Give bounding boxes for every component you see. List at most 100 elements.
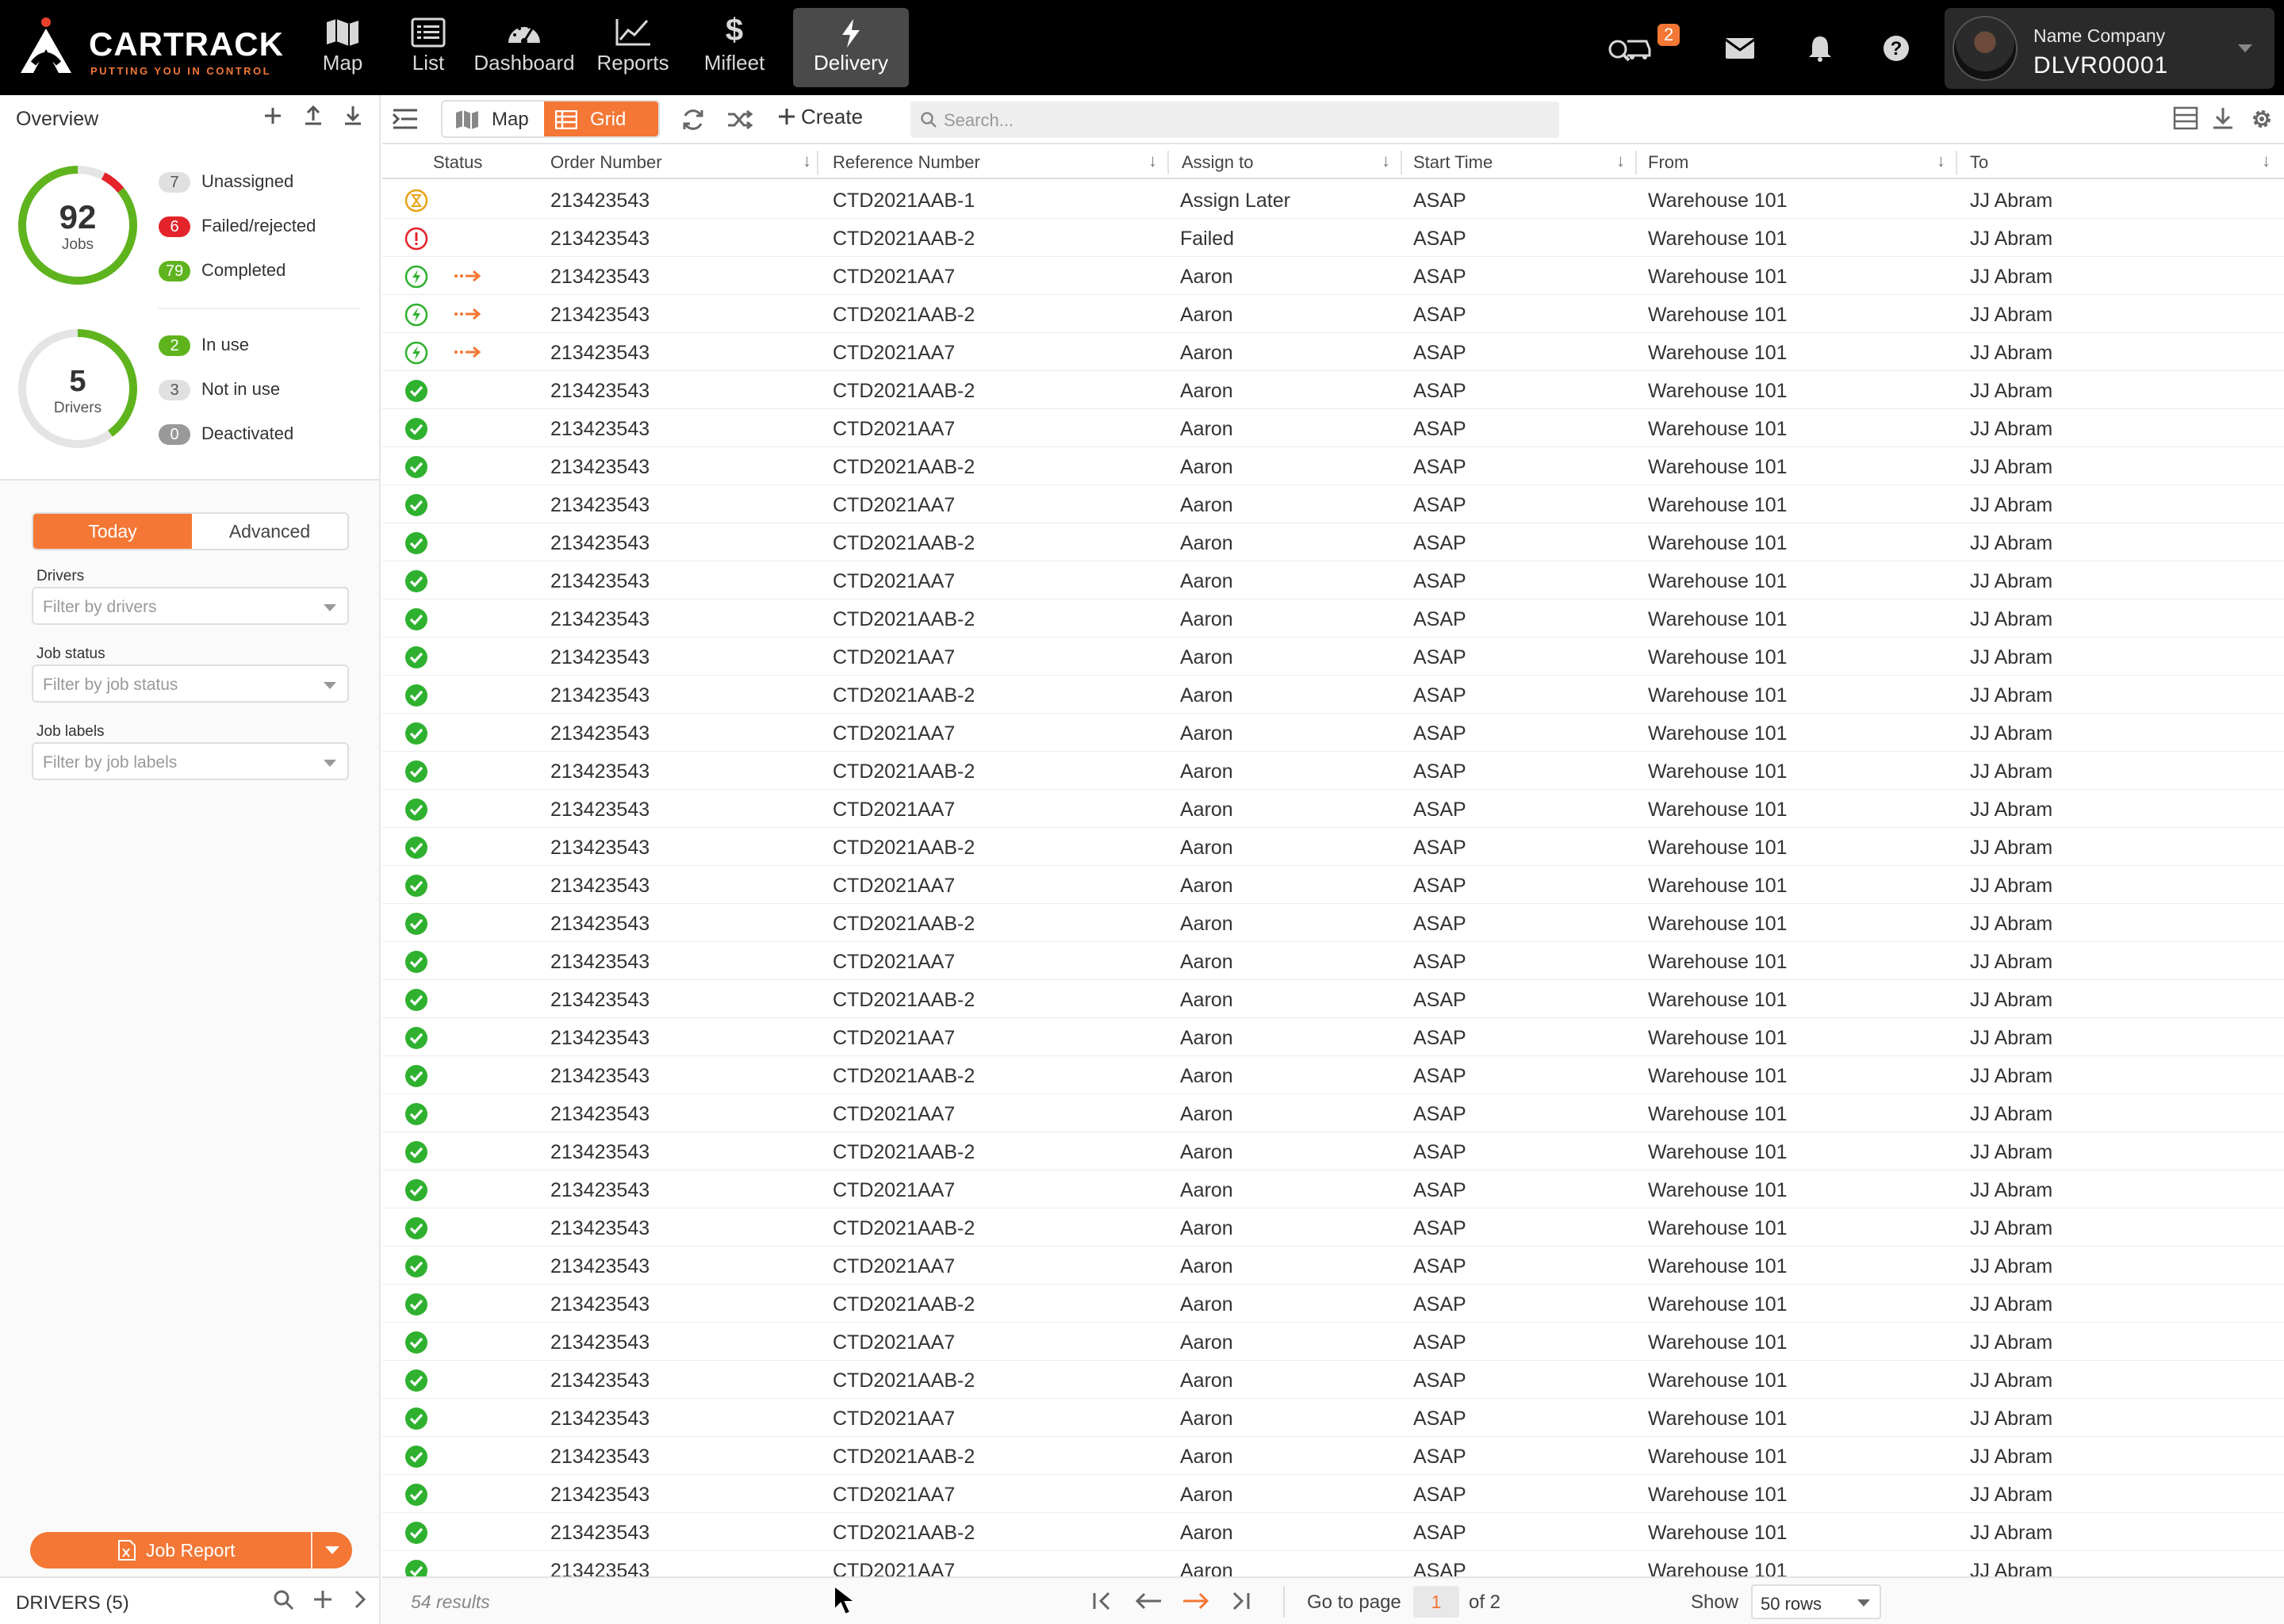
jobs-donut[interactable]: 92 Jobs bbox=[16, 163, 140, 287]
nav-dashboard[interactable]: Dashboard bbox=[473, 8, 576, 87]
download-icon[interactable] bbox=[2211, 106, 2235, 134]
stat-completed[interactable]: 79 Completed bbox=[159, 260, 286, 282]
table-row[interactable]: 213423543 CTD2021AA7 Aaron ASAP Warehouse 10… bbox=[382, 1475, 2284, 1513]
job-status-filter-select[interactable]: Filter by job status bbox=[32, 665, 349, 703]
columns-icon[interactable] bbox=[2173, 106, 2198, 134]
table-row[interactable]: 213423543 CTD2021AAB-2 Aaron ASAP Warehouse … bbox=[382, 1437, 2284, 1475]
table-row[interactable]: 213423543 CTD2021AA7 Aaron ASAP Warehouse 10… bbox=[382, 409, 2284, 447]
table-row[interactable]: 213423543 CTD2021AAB-2 Aaron ASAP Warehouse … bbox=[382, 1132, 2284, 1170]
col-to[interactable]: To bbox=[1970, 152, 1988, 173]
next-page-icon[interactable] bbox=[1182, 1589, 1210, 1617]
table-row[interactable]: 213423543 CTD2021AAB-2 Aaron ASAP Warehouse … bbox=[382, 828, 2284, 866]
table-row[interactable]: 213423543 CTD2021AAB-2 Aaron ASAP Warehouse … bbox=[382, 523, 2284, 561]
table-row[interactable]: 213423543 CTD2021AA7 Aaron ASAP Warehouse 10… bbox=[382, 1399, 2284, 1437]
mail-button[interactable] bbox=[1725, 38, 1755, 63]
rows-per-page-select[interactable]: 50 rows bbox=[1751, 1584, 1881, 1619]
table-row[interactable]: 213423543 CTD2021AAB-2 Aaron ASAP Warehouse … bbox=[382, 447, 2284, 485]
notifications-button[interactable] bbox=[1808, 35, 1832, 66]
table-row[interactable]: 213423543 CTD2021AA7 Aaron ASAP Warehouse 10… bbox=[382, 714, 2284, 752]
vehicle-search-button[interactable] bbox=[1607, 32, 1653, 71]
sort-arrow-icon[interactable]: ↓ bbox=[1148, 151, 1157, 171]
nav-map[interactable]: Map bbox=[311, 8, 374, 87]
nav-delivery[interactable]: Delivery bbox=[793, 8, 909, 87]
help-button[interactable]: ? bbox=[1883, 35, 1910, 66]
nav-list[interactable]: List bbox=[397, 8, 460, 87]
table-row[interactable]: 213423543 CTD2021AA7 Aaron ASAP Warehouse 10… bbox=[382, 942, 2284, 980]
drivers-donut[interactable]: 5 Drivers bbox=[16, 327, 140, 450]
col-status[interactable]: Status bbox=[433, 152, 482, 173]
job-report-dropdown-icon[interactable] bbox=[325, 1546, 339, 1554]
table-row[interactable]: 213423543 CTD2021AA7 Aaron ASAP Warehouse 10… bbox=[382, 1170, 2284, 1208]
sort-arrow-icon[interactable]: ↓ bbox=[2262, 151, 2271, 171]
user-menu[interactable]: Name Company DLVR00001 bbox=[1945, 8, 2274, 89]
stat-unassigned[interactable]: 7 Unassigned bbox=[159, 171, 293, 193]
nav-reports[interactable]: Reports bbox=[593, 8, 673, 87]
map-view-button[interactable]: Map bbox=[443, 102, 544, 136]
col-assign-to[interactable]: Assign to bbox=[1182, 152, 1254, 173]
sort-arrow-icon[interactable]: ↓ bbox=[803, 151, 811, 171]
create-button[interactable]: Create bbox=[777, 105, 863, 129]
search-icon[interactable] bbox=[273, 1589, 295, 1617]
job-labels-filter-select[interactable]: Filter by job labels bbox=[32, 742, 349, 780]
nav-mifleet[interactable]: $ Mifleet bbox=[695, 8, 774, 87]
table-row[interactable]: 213423543 CTD2021AA7 Aaron ASAP Warehouse 10… bbox=[382, 638, 2284, 676]
stat-failed[interactable]: 6 Failed/rejected bbox=[159, 216, 316, 237]
col-reference-number[interactable]: Reference Number bbox=[833, 152, 980, 173]
add-icon[interactable] bbox=[255, 105, 291, 132]
tab-today[interactable]: Today bbox=[33, 514, 192, 549]
table-row[interactable]: 213423543 CTD2021AA7 Aaron ASAP Warehouse 10… bbox=[382, 790, 2284, 828]
stat-deactivated[interactable]: 0 Deactivated bbox=[159, 423, 293, 445]
table-row[interactable]: 213423543 CTD2021AA7 Aaron ASAP Warehouse 10… bbox=[382, 485, 2284, 523]
table-row[interactable]: 213423543 CTD2021AAB-2 Aaron ASAP Warehouse … bbox=[382, 1513, 2284, 1551]
prev-page-icon[interactable] bbox=[1134, 1589, 1163, 1617]
table-row[interactable]: 213423543 CTD2021AAB-2 Aaron ASAP Warehouse … bbox=[382, 295, 2284, 333]
table-row[interactable]: 213423543 CTD2021AA7 Aaron ASAP Warehouse 10… bbox=[382, 333, 2284, 371]
chevron-right-icon[interactable] bbox=[354, 1589, 366, 1615]
table-row[interactable]: 213423543 CTD2021AAB-2 Aaron ASAP Warehouse … bbox=[382, 599, 2284, 638]
table-row[interactable]: 213423543 CTD2021AAB-2 Aaron ASAP Warehouse … bbox=[382, 371, 2284, 409]
page-number-input[interactable]: 1 bbox=[1413, 1586, 1459, 1618]
sort-arrow-icon[interactable]: ↓ bbox=[1616, 151, 1625, 171]
table-row[interactable]: 213423543 CTD2021AAB-2 Aaron ASAP Warehouse … bbox=[382, 1285, 2284, 1323]
table-row[interactable]: 213423543 CTD2021AAB-2 Aaron ASAP Warehouse … bbox=[382, 1056, 2284, 1094]
upload-icon[interactable] bbox=[295, 105, 331, 132]
sort-arrow-icon[interactable]: ↓ bbox=[1382, 151, 1390, 171]
search-input[interactable]: Search... bbox=[910, 102, 1559, 138]
table-row[interactable]: 213423543 CTD2021AAB-2 Aaron ASAP Warehouse … bbox=[382, 752, 2284, 790]
gear-icon[interactable] bbox=[2249, 106, 2274, 136]
col-from[interactable]: From bbox=[1648, 152, 1688, 173]
job-report-button[interactable]: Job Report bbox=[30, 1532, 352, 1568]
table-row[interactable]: 213423543 CTD2021AAB-2 Aaron ASAP Warehouse … bbox=[382, 904, 2284, 942]
col-start-time[interactable]: Start Time bbox=[1413, 152, 1493, 173]
last-page-icon[interactable] bbox=[1229, 1589, 1251, 1617]
add-icon[interactable] bbox=[312, 1589, 333, 1615]
cartrack-logo[interactable]: CARTRACK PUTTING YOU IN CONTROL bbox=[17, 16, 287, 79]
shuffle-icon[interactable] bbox=[726, 108, 753, 136]
table-row[interactable]: 213423543 CTD2021AA7 Aaron ASAP Warehouse 10… bbox=[382, 866, 2284, 904]
download-icon[interactable] bbox=[335, 105, 371, 132]
table-row[interactable]: 213423543 CTD2021AA7 Aaron ASAP Warehouse 10… bbox=[382, 1323, 2284, 1361]
table-row[interactable]: 213423543 CTD2021AAB-2 Failed ASAP Warehouse… bbox=[382, 219, 2284, 257]
table-row[interactable]: 213423543 CTD2021AA7 Aaron ASAP Warehouse 10… bbox=[382, 1094, 2284, 1132]
table-row[interactable]: 213423543 CTD2021AA7 Aaron ASAP Warehouse 10… bbox=[382, 257, 2284, 295]
table-row[interactable]: 213423543 CTD2021AAB-2 Aaron ASAP Warehouse … bbox=[382, 676, 2284, 714]
table-row[interactable]: 213423543 CTD2021AAB-2 Aaron ASAP Warehouse … bbox=[382, 980, 2284, 1018]
collapse-panel-icon[interactable] bbox=[392, 108, 419, 134]
drivers-footer[interactable]: DRIVERS (5) bbox=[0, 1576, 379, 1624]
refresh-icon[interactable] bbox=[680, 108, 706, 136]
grid-view-button[interactable]: Grid bbox=[544, 102, 658, 136]
table-row[interactable]: 213423543 CTD2021AA7 Aaron ASAP Warehouse 10… bbox=[382, 1247, 2284, 1285]
table-row[interactable]: 213423543 CTD2021AAB-2 Aaron ASAP Warehouse … bbox=[382, 1361, 2284, 1399]
stat-not-in-use[interactable]: 3 Not in use bbox=[159, 379, 280, 400]
table-row[interactable]: 213423543 CTD2021AA7 Aaron ASAP Warehouse 10… bbox=[382, 1551, 2284, 1576]
table-row[interactable]: 213423543 CTD2021AA7 Aaron ASAP Warehouse 10… bbox=[382, 561, 2284, 599]
table-row[interactable]: 213423543 CTD2021AAB-1 Assign Later ASAP War… bbox=[382, 181, 2284, 219]
stat-in-use[interactable]: 2 In use bbox=[159, 335, 249, 356]
table-row[interactable]: 213423543 CTD2021AA7 Aaron ASAP Warehouse 10… bbox=[382, 1018, 2284, 1056]
tab-advanced[interactable]: Advanced bbox=[192, 514, 347, 549]
sort-arrow-icon[interactable]: ↓ bbox=[1937, 151, 1945, 171]
drivers-filter-select[interactable]: Filter by drivers bbox=[32, 587, 349, 625]
first-page-icon[interactable] bbox=[1091, 1589, 1113, 1617]
col-order-number[interactable]: Order Number bbox=[550, 152, 662, 173]
table-row[interactable]: 213423543 CTD2021AAB-2 Aaron ASAP Warehouse … bbox=[382, 1208, 2284, 1247]
